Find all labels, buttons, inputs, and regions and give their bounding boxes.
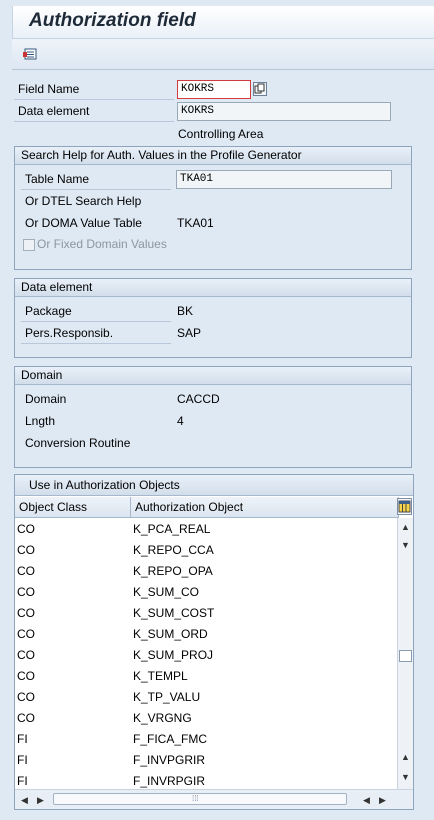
field-name-input[interactable]: KOKRS <box>177 80 251 99</box>
grip-icon: ⁞⁞⁞ <box>192 794 199 803</box>
object-class-cell: CO <box>17 648 35 662</box>
scroll-end-icon[interactable]: ▼ <box>401 772 410 782</box>
conversion-routine-label: Conversion Routine <box>25 436 131 450</box>
length-label: Lngth <box>25 414 56 428</box>
scroll-right-end-icon[interactable]: ▶ <box>379 795 386 805</box>
object-class-cell: CO <box>17 690 35 704</box>
main-content: Field Name KOKRS Data element KOKRS Cont… <box>12 74 434 820</box>
application-toolbar <box>12 38 434 70</box>
table-row[interactable]: CO K_REPO_OPA <box>15 561 399 582</box>
horizontal-scrollbar[interactable]: ◀ ▶ ⁞⁞⁞ ◀ ▶ <box>15 789 413 809</box>
search-help-group-title: Search Help for Auth. Values in the Prof… <box>15 147 411 165</box>
authorization-object-cell: K_SUM_PROJ <box>133 648 214 662</box>
object-class-cell: CO <box>17 522 35 536</box>
table-row[interactable]: CO K_REPO_CCA <box>15 540 399 561</box>
data-element-label: Data element <box>14 101 174 122</box>
object-class-cell: CO <box>17 585 35 599</box>
authorization-objects-table: Use in Authorization Objects Object Clas… <box>14 474 414 810</box>
domain-label: Domain <box>25 392 67 406</box>
column-settings-icon[interactable] <box>397 498 412 515</box>
doma-value-table-label: Or DOMA Value Table <box>25 216 142 230</box>
doma-value-table-value: TKA01 <box>177 216 214 230</box>
authorization-object-cell: F_FICA_FMC <box>133 732 208 746</box>
dtel-search-help-label: Or DTEL Search Help <box>25 194 142 208</box>
table-row[interactable]: FI F_FICA_FMC <box>15 729 399 750</box>
horizontal-scroll-thumb[interactable]: ⁞⁞⁞ <box>53 793 347 805</box>
field-name-label: Field Name <box>14 79 174 100</box>
package-label: Package <box>21 301 171 322</box>
authorization-object-cell: K_SUM_ORD <box>133 627 208 641</box>
page-title: Authorization field <box>29 10 196 31</box>
object-class-cell: CO <box>17 669 35 683</box>
table-row[interactable]: CO K_TEMPL <box>15 666 399 687</box>
object-class-cell: CO <box>17 606 35 620</box>
table-row[interactable]: CO K_PCA_REAL <box>15 519 399 540</box>
object-class-cell: FI <box>17 732 28 746</box>
table-title: Use in Authorization Objects <box>15 475 413 496</box>
display-object-list-icon[interactable] <box>22 46 40 62</box>
pers-responsib-label: Pers.Responsib. <box>21 323 171 344</box>
object-class-cell: CO <box>17 627 35 641</box>
table-row[interactable]: FI F_INVPGRIR <box>15 750 399 771</box>
authorization-object-cell: K_VRGNG <box>133 711 192 725</box>
package-value: BK <box>177 304 194 318</box>
data-element-field: KOKRS <box>177 102 391 121</box>
authorization-object-cell: K_PCA_REAL <box>133 522 211 536</box>
scroll-up-icon[interactable]: ▲ <box>401 522 410 532</box>
length-value: 4 <box>177 414 184 428</box>
table-row[interactable]: CO K_SUM_CO <box>15 582 399 603</box>
scroll-up-bottom-icon[interactable]: ▲ <box>401 752 410 762</box>
domain-group: Domain Domain CACCD Lngth 4 Conversion R… <box>14 366 412 468</box>
authorization-object-cell: K_SUM_COST <box>133 606 215 620</box>
scroll-left-icon[interactable]: ◀ <box>21 795 28 805</box>
title-bar: Authorization field <box>12 6 434 38</box>
table-name-field: TKA01 <box>176 170 392 189</box>
fixed-domain-values-label: Or Fixed Domain Values <box>37 237 167 251</box>
column-header-object-class[interactable]: Object Class <box>15 497 131 518</box>
table-name-label: Table Name <box>21 169 171 190</box>
table-row[interactable]: CO K_SUM_COST <box>15 603 399 624</box>
fixed-domain-values-checkbox[interactable] <box>23 239 35 251</box>
authorization-object-cell: K_REPO_CCA <box>133 543 214 557</box>
scroll-right-icon[interactable]: ▶ <box>37 795 44 805</box>
table-row[interactable]: CO K_VRGNG <box>15 708 399 729</box>
object-class-cell: CO <box>17 711 35 725</box>
data-element-group-title: Data element <box>15 279 411 297</box>
column-header-authorization-object[interactable]: Authorization Object <box>131 497 399 518</box>
data-element-group: Data element Package BK Pers.Responsib. … <box>14 278 412 358</box>
copy-icon[interactable] <box>253 82 267 96</box>
field-description: Controlling Area <box>178 127 264 141</box>
domain-value: CACCD <box>177 392 220 406</box>
vertical-scrollbar[interactable]: ▲ ▼ ▲ ▼ <box>397 518 413 790</box>
scroll-left-end-icon[interactable]: ◀ <box>363 795 370 805</box>
pers-responsib-value: SAP <box>177 326 202 340</box>
object-class-cell: CO <box>17 564 35 578</box>
table-row[interactable]: CO K_SUM_PROJ <box>15 645 399 666</box>
authorization-object-cell: K_TP_VALU <box>133 690 201 704</box>
authorization-object-cell: K_REPO_OPA <box>133 564 213 578</box>
authorization-object-cell: F_INVPGRIR <box>133 753 206 767</box>
scroll-down-icon[interactable]: ▼ <box>401 540 410 550</box>
object-class-cell: CO <box>17 543 35 557</box>
search-help-group: Search Help for Auth. Values in the Prof… <box>14 146 412 270</box>
scroll-thumb[interactable] <box>399 650 412 662</box>
table-row[interactable]: CO K_TP_VALU <box>15 687 399 708</box>
table-row[interactable]: CO K_SUM_ORD <box>15 624 399 645</box>
authorization-object-cell: K_SUM_CO <box>133 585 200 599</box>
domain-group-title: Domain <box>15 367 411 385</box>
authorization-object-cell: K_TEMPL <box>133 669 188 683</box>
object-class-cell: FI <box>17 753 28 767</box>
